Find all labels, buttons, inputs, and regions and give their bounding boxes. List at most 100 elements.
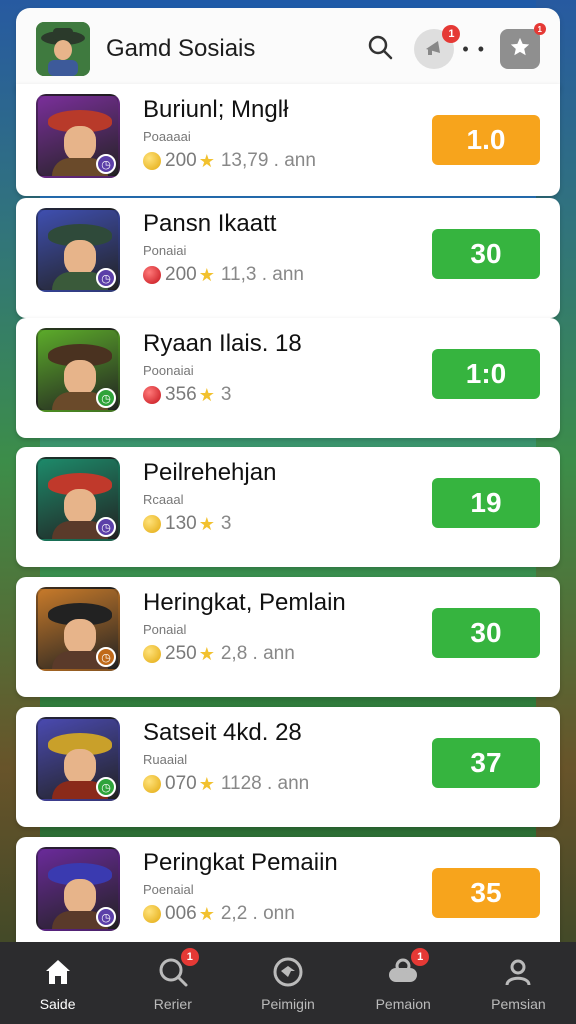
search-button[interactable]	[360, 29, 400, 69]
player-name: Peringkat Pemaiin	[143, 849, 338, 876]
coin-count: 250	[165, 643, 197, 664]
leaderboard-row[interactable]: ◷ Satseit 4kd. 28 Ruaaial 070 ★ 1128 . a…	[16, 707, 560, 827]
tab-badge: 1	[411, 948, 430, 966]
coin-count: 200	[165, 150, 197, 171]
level-badge-icon: ◷	[96, 517, 116, 537]
face-shape	[64, 360, 96, 396]
gold-coin-icon	[143, 515, 161, 533]
player-stats: 200 ★ 13,79 . ann	[143, 150, 316, 172]
player-subtitle: Ponaial	[143, 622, 187, 637]
search-icon: 1	[155, 948, 199, 990]
tab-chat[interactable]: Peimigin	[230, 942, 345, 1024]
star-icon: ★	[198, 643, 215, 664]
score-button[interactable]: 1.0	[432, 115, 540, 165]
player-avatar[interactable]: ◷	[36, 587, 120, 671]
player-stats: 006 ★ 2,2 . onn	[143, 903, 295, 925]
app-header: Gamd Sosiais 1 • • 1	[16, 8, 560, 90]
player-avatar[interactable]: ◷	[36, 328, 120, 412]
leaderboard-row[interactable]: ◷ Peringkat Pemaiin Poenaial 006 ★ 2,2 .…	[16, 837, 560, 957]
coin-count: 200	[165, 264, 197, 285]
stat-extra: 2,2 . onn	[220, 903, 295, 924]
face-shape	[64, 489, 96, 525]
player-avatar[interactable]: ◷	[36, 847, 120, 931]
tab-home[interactable]: Saide	[0, 942, 115, 1024]
gamepad-icon: 1	[385, 948, 430, 990]
player-name: Heringkat, Pemlain	[143, 589, 346, 616]
player-stats: 070 ★ 1128 . ann	[143, 773, 309, 795]
tab-gamepad[interactable]: 1 Pemaion	[346, 942, 461, 1024]
favorites-button[interactable]: 1	[500, 23, 546, 69]
level-badge-icon: ◷	[96, 907, 116, 927]
search-icon	[366, 33, 394, 66]
player-name: Satseit 4kd. 28	[143, 719, 302, 746]
bottom-tab-bar: Saide 1 Rerier Peimigin 1 Pemaion Pemsia…	[0, 942, 576, 1024]
gold-coin-icon	[143, 645, 161, 663]
profile-icon	[500, 954, 536, 990]
star-icon	[509, 36, 531, 63]
player-subtitle: Ruaaial	[143, 752, 188, 767]
player-subtitle: Rcaaal	[143, 492, 184, 507]
face-shape	[64, 619, 96, 655]
player-stats: 250 ★ 2,8 . ann	[143, 643, 295, 665]
player-avatar[interactable]: ◷	[36, 208, 120, 292]
face-shape	[64, 749, 96, 785]
tab-profile[interactable]: Pemsian	[461, 942, 576, 1024]
coin-count: 130	[165, 513, 197, 534]
gold-coin-icon	[143, 152, 161, 170]
score-button[interactable]: 37	[432, 738, 540, 788]
coin-count: 356	[165, 384, 197, 405]
star-icon: ★	[198, 150, 215, 171]
player-stats: 130 ★ 3	[143, 513, 231, 535]
stat-extra: 13,79 . ann	[220, 150, 316, 171]
star-icon: ★	[198, 903, 215, 924]
score-button[interactable]: 35	[432, 868, 540, 918]
player-subtitle: Ponaiai	[143, 243, 187, 258]
score-button[interactable]: 19	[432, 478, 540, 528]
face-shape	[64, 879, 96, 915]
star-icon: ★	[198, 384, 215, 405]
player-avatar[interactable]: ◷	[36, 457, 120, 541]
notifications-button[interactable]: 1	[414, 25, 461, 69]
leaderboard-row[interactable]: ◷ Buriunl; Mnglł Poaaaai 200 ★ 13,79 . a…	[16, 84, 560, 196]
stat-extra: 11,3 . ann	[220, 264, 304, 285]
red-gem-icon	[143, 386, 161, 404]
score-button[interactable]: 1:0	[432, 349, 540, 399]
star-icon: ★	[198, 773, 215, 794]
tab-label: Rerier	[153, 996, 192, 1012]
leaderboard-row[interactable]: ◷ Heringkat, Pemlain Ponaial 250 ★ 2,8 .…	[16, 577, 560, 697]
stat-extra: 3	[220, 384, 232, 405]
leaderboard-row[interactable]: ◷ Ryaan Ilais. 18 Poonaiai 356 ★ 3 1:0	[16, 318, 560, 438]
more-icon[interactable]: • •	[462, 39, 486, 60]
home-icon	[40, 954, 76, 990]
level-badge-icon: ◷	[96, 777, 116, 797]
gold-coin-icon	[143, 905, 161, 923]
face-shape	[64, 126, 96, 162]
coin-count: 006	[165, 903, 197, 924]
tab-label: Peimigin	[261, 996, 315, 1012]
score-button[interactable]: 30	[432, 608, 540, 658]
level-badge-icon: ◷	[96, 647, 116, 667]
gold-coin-icon	[143, 775, 161, 793]
app-title: Gamd Sosiais	[106, 35, 256, 62]
red-gem-icon	[143, 266, 161, 284]
leaderboard-row[interactable]: ◷ Pansn Ikaatt Ponaiai 200 ★ 11,3 . ann …	[16, 198, 560, 318]
star-icon: ★	[198, 513, 215, 534]
player-name: Peilrehehjan	[143, 459, 277, 486]
player-subtitle: Poonaiai	[143, 363, 194, 378]
player-avatar[interactable]: ◷	[36, 94, 120, 178]
face-shape	[64, 240, 96, 276]
tab-label: Pemaion	[375, 996, 431, 1012]
player-subtitle: Poenaial	[143, 882, 194, 897]
level-badge-icon: ◷	[96, 268, 116, 288]
level-badge-icon: ◷	[96, 388, 116, 408]
player-name: Buriunl; Mnglł	[143, 96, 289, 123]
notification-badge: 1	[442, 25, 461, 43]
stat-extra: 3	[220, 513, 232, 534]
tab-search[interactable]: 1 Rerier	[115, 942, 230, 1024]
app-avatar	[36, 22, 90, 76]
player-avatar[interactable]: ◷	[36, 717, 120, 801]
tab-label: Pemsian	[491, 996, 546, 1012]
player-stats: 200 ★ 11,3 . ann	[143, 264, 304, 286]
score-button[interactable]: 30	[432, 229, 540, 279]
leaderboard-row[interactable]: ◷ Peilrehehjan Rcaaal 130 ★ 3 19	[16, 447, 560, 567]
